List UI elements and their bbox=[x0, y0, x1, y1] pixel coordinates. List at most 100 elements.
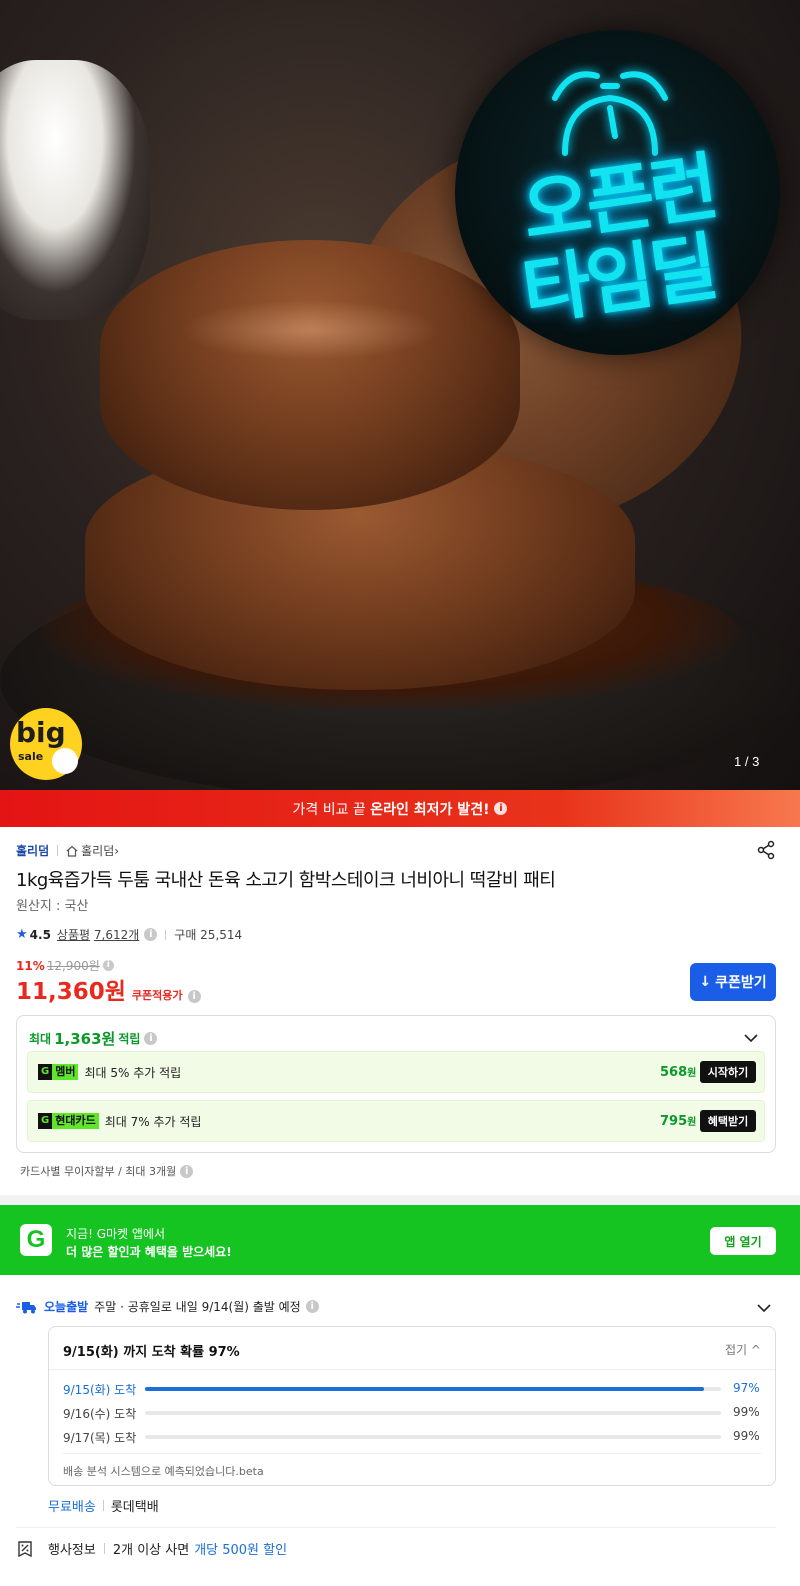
promo-highlight: 개당 500원 할인 bbox=[194, 1543, 288, 1558]
fold-button[interactable]: 접기 ^ bbox=[725, 1341, 761, 1358]
timedeal-badge: 오픈런 타임딜 bbox=[455, 30, 780, 355]
seller-row: 홀리덤 홀리덤 › bbox=[16, 842, 119, 859]
open-app-button[interactable]: 앱 열기 bbox=[710, 1227, 776, 1255]
benefit-desc: 최대 7% 추가 적립 bbox=[104, 1114, 202, 1129]
benefit-points: 795원 bbox=[660, 1114, 697, 1129]
start-button[interactable]: 시작하기 bbox=[700, 1061, 756, 1083]
product-title: 1kg육즙가득 두툼 국내산 돈육 소고기 함박스테이크 너비아니 떡갈비 패티 bbox=[16, 870, 556, 891]
share-icon[interactable] bbox=[756, 840, 776, 860]
eta-probability: 97% bbox=[733, 1381, 760, 1395]
probability-bar bbox=[145, 1411, 721, 1415]
badge-big-text: big bbox=[16, 716, 66, 749]
origin-label: 원산지 : 국산 bbox=[16, 899, 89, 914]
bunny-mascot-icon bbox=[52, 748, 78, 774]
divider bbox=[165, 929, 167, 940]
shipping-row[interactable]: 오늘출발 주말 · 공휴일로 내일 9/14(월) 출발 예정 i bbox=[16, 1298, 319, 1315]
sale-price: 11,360원 bbox=[16, 979, 126, 1005]
promo-row: 행사정보 2개 이상 사면 개당 500원 할인 bbox=[16, 1539, 287, 1558]
section-divider bbox=[0, 1195, 800, 1205]
divider bbox=[102, 1500, 104, 1511]
review-label: 상품평 bbox=[56, 928, 91, 942]
rating-score: 4.5 bbox=[29, 927, 51, 942]
free-shipping-label: 무료배송 bbox=[48, 1500, 96, 1515]
eta-probability: 99% bbox=[733, 1429, 760, 1443]
eta-line: 9/15(화) 도착 97% bbox=[63, 1381, 763, 1397]
eta-date: 9/17(목) 도착 bbox=[63, 1431, 137, 1445]
today-ship-label: 오늘출발 bbox=[44, 1300, 89, 1314]
installment-info: 카드사별 무이자할부 / 최대 3개월 i bbox=[20, 1163, 194, 1179]
g-logo-icon: G bbox=[38, 1064, 53, 1080]
member-benefit-row: G 멤버 최대 5% 추가 적립 568원 시작하기 bbox=[27, 1051, 765, 1093]
eta-panel: 9/15(화) 까지 도착 확률 97% 접기 ^ 9/15(화) 도착 97%… bbox=[48, 1326, 776, 1486]
points-header[interactable]: 최대 1,363원 적립 i bbox=[29, 1028, 158, 1049]
points-panel: 최대 1,363원 적립 i G 멤버 최대 5% 추가 적립 568원 시작하… bbox=[16, 1015, 776, 1153]
benefit-points: 568원 bbox=[660, 1065, 697, 1080]
slide-counter: 1 / 3 bbox=[734, 754, 760, 769]
chevron-down-icon[interactable] bbox=[743, 1030, 759, 1046]
card-tag-label: 현대카드 bbox=[52, 1113, 99, 1129]
info-icon[interactable]: i bbox=[102, 960, 114, 971]
probability-bar bbox=[145, 1435, 721, 1439]
carrier-row: 무료배송 롯데택배 bbox=[48, 1496, 159, 1515]
promo-label: 행사정보 bbox=[48, 1543, 96, 1558]
divider bbox=[49, 1369, 775, 1370]
glaze-highlight bbox=[180, 300, 440, 360]
eta-note: 배송 분석 시스템으로 예측되었습니다.beta bbox=[63, 1465, 264, 1478]
eta-date: 9/16(수) 도착 bbox=[63, 1407, 137, 1421]
coupon-applied-label: 쿠폰적용가 bbox=[131, 989, 183, 1002]
purchase-count: 구매 25,514 bbox=[174, 928, 243, 942]
store-home-link[interactable]: 홀리덤 › bbox=[66, 842, 119, 859]
discount-percent: 11% bbox=[16, 958, 45, 973]
card-tag: G 현대카드 bbox=[38, 1113, 99, 1129]
member-tag-label: 멤버 bbox=[52, 1064, 79, 1080]
gmarket-logo-icon: G bbox=[20, 1224, 52, 1256]
info-icon[interactable]: i bbox=[180, 1164, 194, 1178]
points-suffix: 적립 bbox=[118, 1032, 141, 1046]
points-prefix: 최대 bbox=[29, 1032, 52, 1046]
star-icon: ★ bbox=[16, 927, 28, 942]
get-coupon-button[interactable]: ↓ 쿠폰받기 bbox=[690, 963, 776, 1001]
info-icon[interactable]: i bbox=[494, 802, 508, 815]
promo-text: 2개 이상 사면 bbox=[112, 1543, 190, 1558]
info-icon[interactable]: i bbox=[144, 1032, 158, 1045]
chevron-right-icon: › bbox=[114, 843, 120, 858]
installment-text: 카드사별 무이자할부 / 최대 3개월 bbox=[20, 1165, 177, 1178]
big-sale-badge: big sale bbox=[10, 708, 82, 780]
seller-name[interactable]: 홀리덤 bbox=[16, 842, 49, 859]
carrier-name: 롯데택배 bbox=[110, 1500, 159, 1515]
price-compare-banner[interactable]: 가격 비교 끝 온라인 최저가 발견! i bbox=[0, 790, 800, 827]
get-benefit-button[interactable]: 혜택받기 bbox=[700, 1110, 756, 1132]
divider bbox=[57, 845, 59, 856]
info-icon[interactable]: i bbox=[144, 928, 158, 941]
member-tag: G 멤버 bbox=[38, 1064, 79, 1080]
probability-fill bbox=[145, 1387, 704, 1391]
app-promo-banner[interactable]: G 지금! G마켓 앱에서 더 많은 할인과 혜택을 받으세요! 앱 열기 bbox=[0, 1205, 800, 1275]
review-link[interactable]: 상품평 7,612개 bbox=[57, 926, 139, 943]
download-icon: ↓ bbox=[699, 974, 712, 990]
badge-sale-text: sale bbox=[18, 750, 44, 763]
rating-row: ★ 4.5 상품평 7,612개 i 구매 25,514 bbox=[16, 926, 242, 943]
points-max-amount: 1,363원 bbox=[54, 1030, 116, 1048]
fast-truck-icon bbox=[16, 1301, 36, 1313]
compare-text: 가격 비교 끝 bbox=[292, 801, 371, 818]
g-logo-icon: G bbox=[38, 1113, 53, 1129]
discount-tag-icon bbox=[18, 1540, 32, 1557]
coupon-button-label: 쿠폰받기 bbox=[715, 975, 767, 991]
product-image[interactable]: 오픈런 타임딜 big sale 1 / 3 bbox=[0, 0, 800, 800]
info-icon[interactable]: i bbox=[187, 990, 201, 1003]
compare-text-bold: 온라인 최저가 발견! bbox=[370, 801, 490, 818]
info-icon[interactable]: i bbox=[305, 1300, 319, 1313]
benefit-desc: 최대 5% 추가 적립 bbox=[84, 1065, 182, 1080]
home-icon bbox=[66, 845, 78, 857]
store-link-label: 홀리덤 bbox=[81, 844, 115, 858]
ship-schedule: 주말 · 공휴일로 내일 9/14(월) 출발 예정 bbox=[94, 1300, 301, 1314]
divider bbox=[103, 1543, 105, 1554]
rice-bowl-image bbox=[0, 60, 150, 320]
card-benefit-row: G 현대카드 최대 7% 추가 적립 795원 혜택받기 bbox=[27, 1100, 765, 1142]
divider bbox=[63, 1453, 761, 1454]
app-banner-line2: 더 많은 할인과 혜택을 받으세요! bbox=[66, 1245, 232, 1259]
eta-headline: 9/15(화) 까지 도착 확률 97% bbox=[63, 1345, 240, 1360]
app-banner-line1: 지금! G마켓 앱에서 bbox=[66, 1227, 166, 1241]
eta-probability: 99% bbox=[733, 1405, 760, 1419]
chevron-down-icon[interactable] bbox=[756, 1300, 772, 1316]
